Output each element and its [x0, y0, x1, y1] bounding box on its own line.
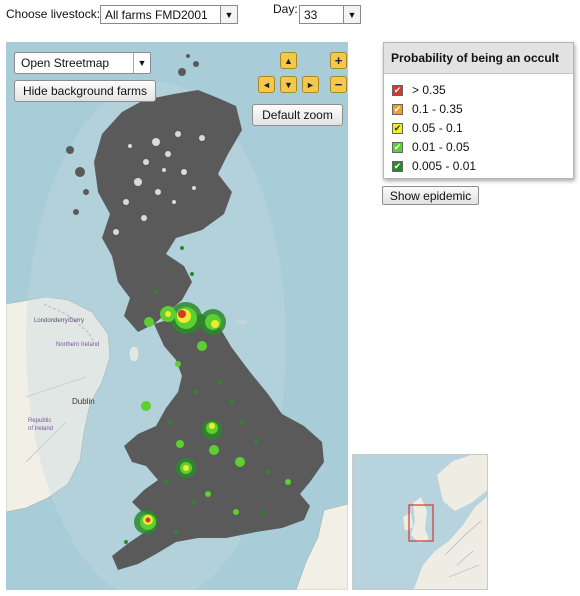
checkmark-icon[interactable]: ✔: [392, 84, 403, 96]
day-select-value: 33: [304, 7, 318, 22]
day-select[interactable]: 33 ▼: [299, 5, 361, 24]
legend-item: ✔ 0.1 - 0.35: [392, 102, 463, 116]
place-label: Republic: [28, 418, 51, 424]
hide-background-farms-button[interactable]: Hide background farms: [14, 80, 156, 102]
livestock-label: Choose livestock:: [6, 7, 101, 21]
pan-up-icon[interactable]: ▲: [280, 52, 297, 69]
checkmark-icon[interactable]: ✔: [392, 160, 403, 172]
place-label: Dublin: [72, 397, 95, 406]
chevron-down-icon: ▼: [133, 53, 150, 73]
legend-item: ✔ 0.005 - 0.01: [392, 159, 476, 173]
basemap-layer-select[interactable]: Open Streetmap ▼: [14, 52, 151, 74]
legend-title: Probability of being an occult: [384, 43, 573, 74]
overview-map-graphic: [403, 455, 487, 589]
legend-item-label: 0.01 - 0.05: [412, 140, 470, 154]
legend-item: ✔ 0.01 - 0.05: [392, 140, 469, 154]
place-label: Londonderry/Derry: [34, 318, 84, 324]
checkmark-icon[interactable]: ✔: [392, 103, 403, 115]
pan-down-icon[interactable]: ▼: [280, 76, 297, 93]
checkmark-icon[interactable]: ✔: [392, 141, 403, 153]
legend-item-label: 0.005 - 0.01: [412, 159, 477, 173]
zoom-in-icon[interactable]: +: [330, 52, 347, 69]
livestock-select-value: All farms FMD2001: [105, 7, 208, 22]
pan-left-icon[interactable]: ◄: [258, 76, 275, 93]
legend-item: ✔ 0.05 - 0.1: [392, 121, 463, 135]
place-label: Tyne: [234, 320, 248, 326]
pan-right-icon[interactable]: ►: [302, 76, 319, 93]
checkmark-icon[interactable]: ✔: [392, 122, 403, 134]
show-epidemic-button[interactable]: Show epidemic: [382, 186, 479, 205]
legend-item-label: 0.05 - 0.1: [412, 121, 463, 135]
map-viewport[interactable]: Londonderry/Derry Northern Ireland Dubli…: [6, 42, 348, 590]
zoom-out-icon[interactable]: −: [330, 76, 347, 93]
legend-item-label: > 0.35: [412, 83, 446, 97]
legend-item: ✔ > 0.35: [392, 83, 446, 97]
chevron-down-icon: ▼: [220, 6, 237, 23]
livestock-select[interactable]: All farms FMD2001 ▼: [100, 5, 238, 24]
default-zoom-button[interactable]: Default zoom: [252, 104, 343, 126]
chevron-down-icon: ▼: [343, 6, 360, 23]
day-label: Day:: [273, 2, 298, 16]
legend-panel: Probability of being an occult ✔ > 0.35 …: [383, 42, 574, 179]
place-label: Northern Ireland: [56, 342, 99, 348]
legend-item-label: 0.1 - 0.35: [412, 102, 463, 116]
place-label: of Ireland: [28, 426, 53, 432]
basemap-layer-value: Open Streetmap: [21, 56, 110, 70]
overview-map[interactable]: [352, 454, 488, 590]
